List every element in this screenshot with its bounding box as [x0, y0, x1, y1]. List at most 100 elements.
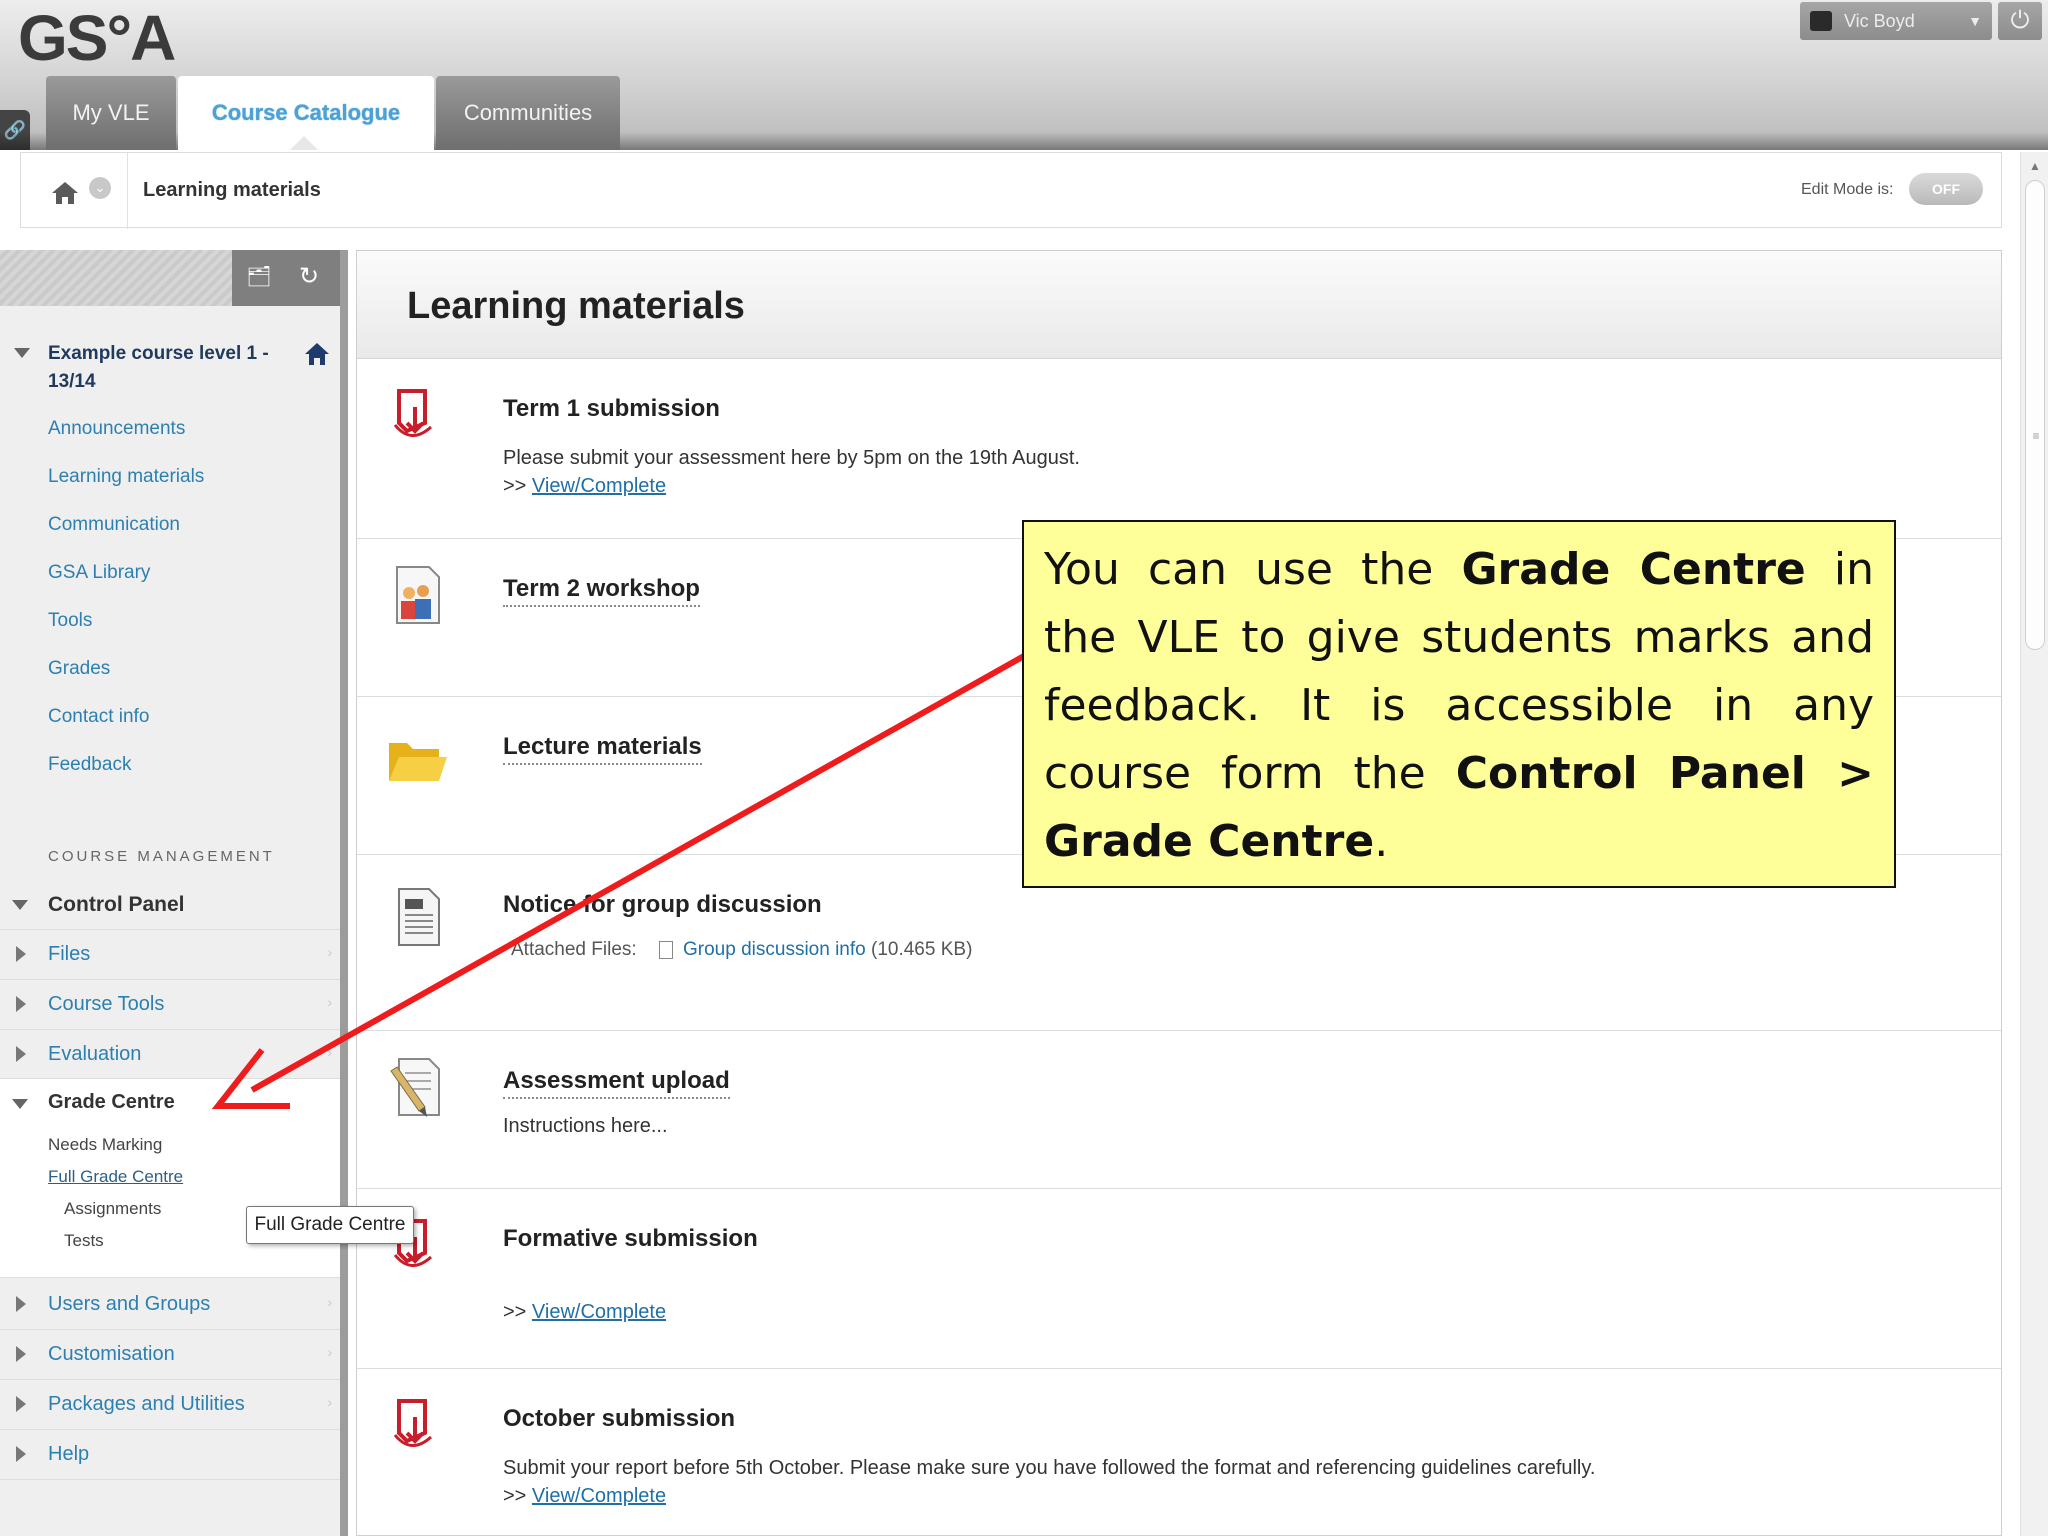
- scrollbar-thumb[interactable]: ≡: [2025, 180, 2045, 650]
- item-title[interactable]: Lecture materials: [503, 733, 702, 765]
- view-complete-link[interactable]: View/Complete: [532, 1485, 666, 1507]
- sidebar-item-feedback[interactable]: Feedback: [48, 754, 131, 776]
- sidebar-item-learning-materials[interactable]: Learning materials: [48, 466, 204, 488]
- chevron-down-icon: ▼: [1968, 13, 1982, 29]
- course-management-heading: COURSE MANAGEMENT: [48, 848, 275, 865]
- attached-file-link[interactable]: Group discussion info: [683, 939, 866, 960]
- user-avatar-icon: [1810, 11, 1832, 31]
- home-icon[interactable]: [51, 181, 79, 205]
- chevron-right-icon: ›: [327, 1044, 332, 1060]
- link-prefix: >>: [503, 1485, 527, 1507]
- view-complete-link[interactable]: View/Complete: [532, 1301, 666, 1323]
- cp-item-customisation[interactable]: Customisation ›: [0, 1330, 340, 1380]
- folder-view-icon[interactable]: 🗂: [242, 264, 276, 292]
- scroll-up-arrow-icon[interactable]: ▲: [2021, 152, 2048, 180]
- annotation-callout: You can use the Grade Centre in the VLE …: [1022, 520, 1896, 888]
- edit-mode-toggle[interactable]: OFF: [1909, 173, 1983, 205]
- collapse-triangle-icon[interactable]: [14, 348, 30, 358]
- cp-item-users-and-groups[interactable]: Users and Groups ›: [0, 1280, 340, 1330]
- chevron-right-icon: ›: [327, 994, 332, 1010]
- control-panel-header[interactable]: Control Panel: [0, 880, 340, 930]
- expand-triangle-icon[interactable]: [12, 1099, 28, 1109]
- annotation-text: .: [1374, 816, 1389, 867]
- page-scrollbar[interactable]: ▲ ≡: [2020, 152, 2048, 1536]
- assignments-link[interactable]: Assignments: [64, 1199, 161, 1219]
- grade-centre-link[interactable]: Grade Centre: [48, 1091, 175, 1114]
- cp-item-packages-and-utilities[interactable]: Packages and Utilities ›: [0, 1380, 340, 1430]
- active-tab-caret: [290, 136, 318, 150]
- tab-communities[interactable]: Communities: [436, 76, 620, 150]
- tab-my-vle[interactable]: My VLE: [46, 76, 176, 150]
- expand-arrow-icon: [16, 1046, 26, 1062]
- expand-triangle-icon: [12, 900, 28, 910]
- needs-marking-link[interactable]: Needs Marking: [48, 1135, 162, 1155]
- chevron-right-icon: ›: [327, 1394, 332, 1410]
- user-menu[interactable]: Vic Boyd ▼: [1800, 2, 1992, 40]
- item-title[interactable]: Formative submission: [503, 1225, 758, 1253]
- cp-item-evaluation[interactable]: Evaluation ›: [0, 1030, 340, 1080]
- tests-link[interactable]: Tests: [64, 1231, 104, 1251]
- annotation-text: You can use the: [1044, 544, 1462, 595]
- cp-item-files[interactable]: Files ›: [0, 930, 340, 980]
- item-title[interactable]: Term 2 workshop: [503, 575, 700, 607]
- attached-file: Group discussion info (10.465 KB): [683, 939, 972, 961]
- refresh-icon[interactable]: ↻: [292, 262, 326, 292]
- sidebar-item-announcements[interactable]: Announcements: [48, 418, 185, 440]
- sidebar-tools: 🗂 ↻: [232, 250, 340, 306]
- document-icon: [398, 888, 440, 946]
- expand-arrow-icon: [16, 946, 26, 962]
- cp-item-label: Help: [48, 1443, 90, 1465]
- course-title[interactable]: Example course level 1 - 13/14: [48, 340, 288, 396]
- sidebar-item-gsa-library[interactable]: GSA Library: [48, 562, 150, 584]
- tab-course-catalogue[interactable]: Course Catalogue: [178, 76, 434, 150]
- item-title[interactable]: Term 1 submission: [503, 395, 720, 423]
- cp-item-label: Users and Groups: [48, 1293, 211, 1315]
- item-title[interactable]: Notice for group discussion: [503, 891, 822, 919]
- chevron-right-icon: ›: [327, 944, 332, 960]
- content-item-assessment-upload: Assessment upload Instructions here...: [357, 1031, 2001, 1189]
- item-link-line: >> View/Complete: [503, 1301, 666, 1324]
- breadcrumb-menu-chevron-icon[interactable]: ⌄: [89, 177, 111, 199]
- content-item-formative-submission: Formative submission >> View/Complete: [357, 1189, 2001, 1369]
- content-item-october-submission: October submission Submit your report be…: [357, 1369, 2001, 1536]
- content-header: Learning materials: [357, 251, 2001, 359]
- sidebar-item-contact-info[interactable]: Contact info: [48, 706, 149, 728]
- cp-item-help[interactable]: Help: [0, 1430, 340, 1480]
- sidebar-item-communication[interactable]: Communication: [48, 514, 180, 536]
- logout-power-icon[interactable]: ⏻: [1998, 2, 2042, 40]
- cp-item-label: Packages and Utilities: [48, 1393, 245, 1415]
- course-home-icon[interactable]: [304, 342, 330, 366]
- item-description: Instructions here...: [503, 1115, 668, 1137]
- grade-centre-section: Grade Centre Needs Marking Full Grade Ce…: [0, 1078, 340, 1278]
- item-description: Please submit your assessment here by 5p…: [503, 447, 1080, 469]
- view-complete-link[interactable]: View/Complete: [532, 475, 666, 497]
- expand-arrow-icon: [16, 1446, 26, 1462]
- cp-item-label: Course Tools: [48, 993, 165, 1015]
- people-group-icon: [396, 566, 440, 624]
- sidebar-item-grades[interactable]: Grades: [48, 658, 110, 680]
- attached-file-size: (10.465 KB): [871, 939, 973, 960]
- item-title[interactable]: Assessment upload: [503, 1067, 730, 1099]
- cp-item-label: Customisation: [48, 1343, 175, 1365]
- test-assessment-icon: [390, 1058, 440, 1117]
- annotation-bold-grade-centre: Grade Centre: [1461, 544, 1806, 595]
- scrollbar-grip-icon: ≡: [2032, 429, 2040, 443]
- cp-item-course-tools[interactable]: Course Tools ›: [0, 980, 340, 1030]
- assignment-icon: [393, 1399, 433, 1447]
- tab-course-catalogue-label: Course Catalogue: [211, 100, 401, 125]
- assignment-icon: [393, 389, 433, 437]
- chevron-right-icon: ›: [327, 1344, 332, 1360]
- sidebar-item-tools[interactable]: Tools: [48, 610, 92, 632]
- item-description: Submit your report before 5th October. P…: [503, 1457, 1596, 1479]
- breadcrumb-current: Learning materials: [143, 179, 321, 201]
- gsa-logo[interactable]: GS°A: [18, 6, 176, 70]
- breadcrumb-divider: [127, 153, 128, 229]
- full-grade-centre-link[interactable]: Full Grade Centre: [48, 1167, 183, 1187]
- item-title[interactable]: October submission: [503, 1405, 735, 1433]
- folder-icon: [389, 743, 447, 781]
- user-name: Vic Boyd: [1844, 11, 1915, 31]
- expand-arrow-icon: [16, 996, 26, 1012]
- content-item-term-1-submission: Term 1 submission Please submit your ass…: [357, 359, 2001, 539]
- cp-item-label: Evaluation: [48, 1043, 142, 1065]
- link-icon[interactable]: 🔗: [0, 110, 30, 150]
